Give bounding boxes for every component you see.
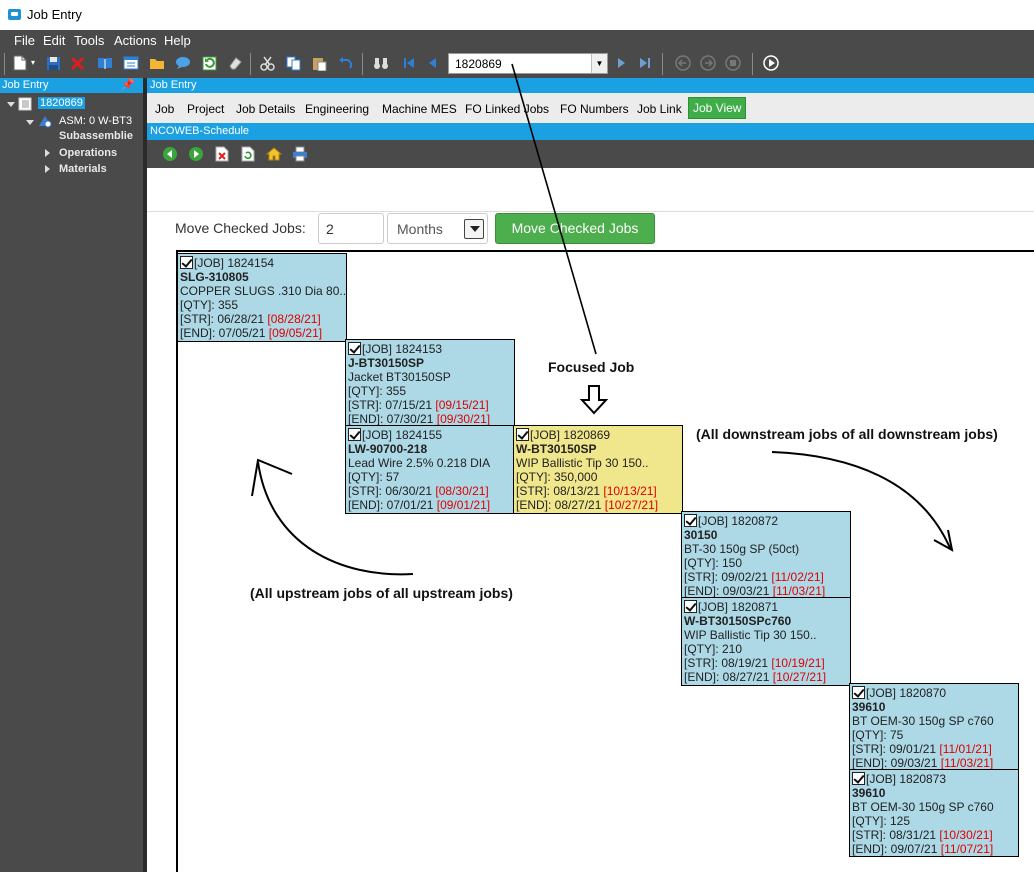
upstream-arrowhead bbox=[251, 458, 293, 497]
upstream-annotation: (All upstream jobs of all upstream jobs) bbox=[250, 585, 513, 601]
downstream-annotation: (All downstream jobs of all downstream j… bbox=[696, 426, 998, 442]
downstream-arrow bbox=[771, 451, 951, 549]
focused-pointer-line bbox=[511, 63, 597, 355]
upstream-arrow bbox=[257, 461, 414, 576]
focused-job-annotation: Focused Job bbox=[548, 359, 635, 375]
focused-down-arrow bbox=[579, 385, 609, 415]
